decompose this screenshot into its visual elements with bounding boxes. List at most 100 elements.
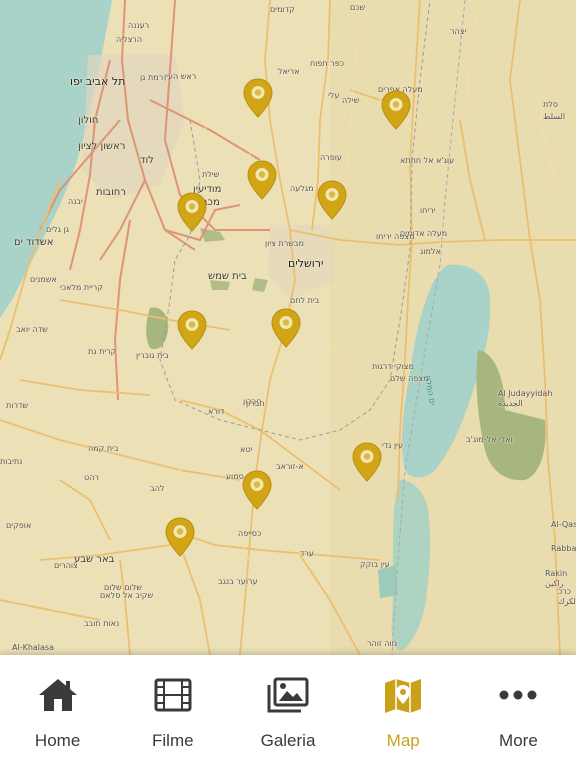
map-label: עין גדי	[382, 441, 403, 450]
tab-more[interactable]: More	[461, 655, 576, 768]
map-label: עוג'א אל חתתא	[400, 156, 455, 165]
map-label: שילת	[202, 170, 220, 179]
map-label: קרית גת	[88, 347, 117, 356]
map-label: חולון	[78, 115, 99, 126]
map-label: צוהרים	[54, 561, 78, 570]
map-label: שדרות	[6, 401, 28, 410]
map-label: רמת גן	[140, 73, 164, 82]
location-pin-2[interactable]	[381, 90, 411, 130]
location-pin-9[interactable]	[242, 470, 272, 510]
map-label: דורא	[208, 407, 225, 416]
location-pin-3[interactable]	[247, 160, 277, 200]
location-pin-1[interactable]	[243, 78, 273, 118]
tab-home-label: Home	[34, 731, 81, 750]
map-icon	[381, 675, 425, 715]
map-label: בית קמה	[88, 444, 119, 453]
map-label: קריית מלאכי	[60, 283, 103, 292]
tab-more-label: More	[499, 731, 538, 750]
map-label: כרכ	[558, 587, 571, 596]
map-pin-icon	[271, 308, 301, 348]
map-label: Rabba	[551, 544, 576, 553]
tab-home[interactable]: Home	[0, 655, 115, 768]
map-label: الجديدة	[498, 399, 523, 408]
map-label: בית לחם	[290, 296, 320, 305]
map-label: שכם	[350, 3, 366, 12]
location-pin-10[interactable]	[165, 517, 195, 557]
map-label: מבשרת ציון	[265, 239, 304, 248]
map-label: להב	[150, 484, 165, 493]
map-label: Al Judayyidah	[498, 389, 553, 398]
location-pin-4[interactable]	[317, 180, 347, 220]
map-label: ראשון לציון	[78, 141, 126, 152]
map-label: מצפה יריחו	[376, 232, 415, 241]
tab-filme[interactable]: Filme	[115, 655, 230, 768]
map-label: שילה	[342, 96, 360, 105]
map-label: מגלעה	[290, 184, 314, 193]
location-pin-8[interactable]	[352, 442, 382, 482]
map-label: לוד	[140, 155, 154, 166]
map-label: ירושלים	[288, 257, 324, 270]
map-label: נאות חובב	[84, 619, 120, 628]
tab-galeria[interactable]: Galeria	[230, 655, 345, 768]
map-label: חברון	[246, 399, 265, 408]
location-pin-6[interactable]	[177, 310, 207, 350]
map-label: יריחו	[420, 206, 436, 215]
map-pin-icon	[177, 310, 207, 350]
map-label: אופקים	[6, 521, 32, 530]
location-pin-5[interactable]	[177, 192, 207, 232]
map-pin-icon	[165, 517, 195, 557]
map-label: קדומים	[270, 5, 295, 14]
map-label: שקיב אל סלאם	[100, 591, 154, 600]
map-label: ערד	[300, 549, 314, 558]
gallery-icon	[266, 675, 310, 715]
map-label: גן גלים	[46, 225, 69, 234]
map-label: אלמוג	[420, 247, 441, 256]
map-label: אשמנים	[30, 275, 57, 284]
map-label: ערוער בנגב	[218, 577, 258, 586]
map-label: Al-Khalasa	[12, 643, 54, 652]
map-label: יצהר	[450, 27, 467, 36]
map-label: Al-Qas	[551, 520, 576, 529]
map-label: עלי	[328, 91, 340, 100]
map-label: Rakin	[545, 569, 568, 578]
map-label: רחובות	[96, 187, 126, 198]
map-label: السلط	[543, 112, 566, 121]
map-label: באר שבע	[74, 554, 115, 565]
home-icon	[36, 675, 80, 715]
map-label: נווה זוהר	[367, 639, 398, 648]
map-label: סלת	[543, 100, 558, 109]
map-label: מצוקי דרגות	[372, 362, 414, 371]
map-label: עין בוקק	[360, 560, 390, 569]
map-label: שדה יואב	[16, 325, 48, 334]
map-label: רעננה	[128, 21, 150, 30]
map-pin-icon	[352, 442, 382, 482]
map-label: נתיבות	[0, 457, 23, 466]
bottom-tab-bar: Home Filme Galeria Map More	[0, 655, 576, 768]
map-label: אריאל	[278, 67, 300, 76]
map-label: ראש העין	[164, 72, 197, 81]
map-label: הרצליה	[116, 35, 143, 44]
map-label: בית גוברין	[136, 351, 169, 360]
tab-galeria-label: Galeria	[260, 731, 316, 750]
map-label: ואדי אל-מוג'ב	[466, 435, 513, 444]
map-label: כסייפה	[238, 529, 262, 538]
map-label: רהט	[84, 473, 99, 482]
map-pin-icon	[317, 180, 347, 220]
map-label: עופרה	[320, 153, 342, 162]
tab-map[interactable]: Map	[346, 655, 461, 768]
map-pin-icon	[242, 470, 272, 510]
map-pin-icon	[381, 90, 411, 130]
tab-map-label: Map	[386, 731, 420, 750]
map-view[interactable]: רעננה הרצליה תל אביב יפו רמת גן חולון ראשון ל…	[0, 0, 576, 655]
tab-filme-label: Filme	[152, 731, 194, 750]
map-label: בית שמש	[208, 271, 247, 282]
map-pin-icon	[247, 160, 277, 200]
map-label: כפר תפוח	[310, 59, 344, 68]
map-label: יבנה	[68, 197, 83, 206]
location-pin-7[interactable]	[271, 308, 301, 348]
map-label: الكرك	[558, 597, 576, 606]
map-label: אשדוד ים	[14, 237, 54, 248]
more-icon	[496, 675, 540, 715]
film-icon	[151, 675, 195, 715]
map-label: א-זוראב	[276, 462, 304, 471]
